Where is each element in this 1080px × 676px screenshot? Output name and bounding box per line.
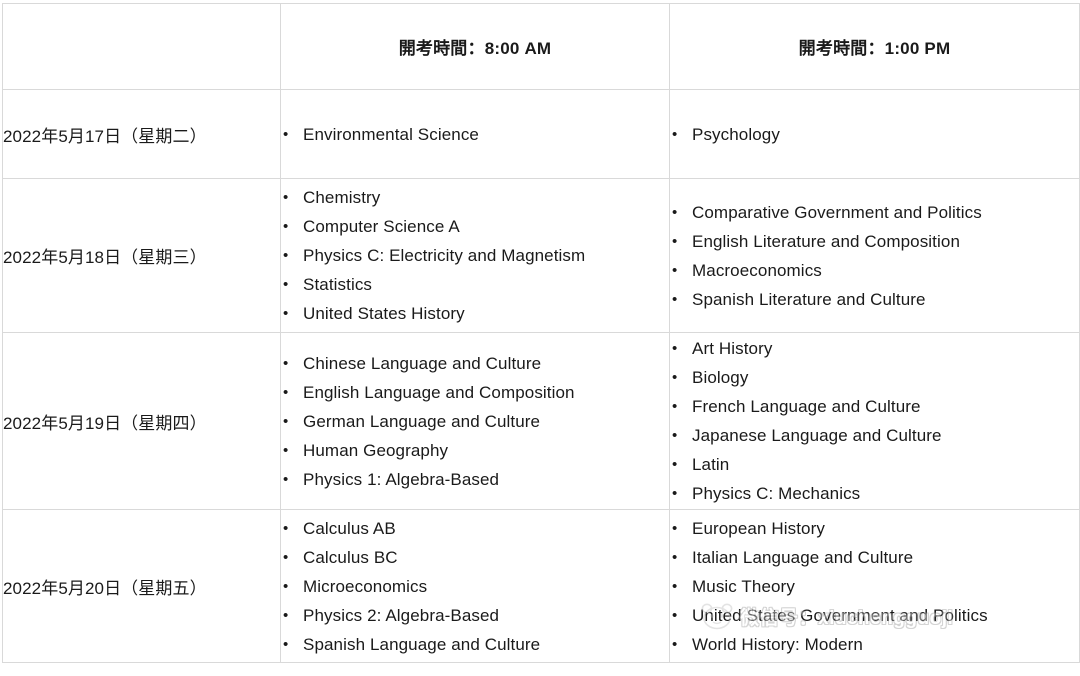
list-item: Latin [670, 450, 1079, 479]
list-item: World History: Modern [670, 630, 1079, 659]
list-item: United States History [281, 299, 669, 328]
subject-list: Environmental Science [281, 120, 669, 149]
list-item: Art History [670, 334, 1079, 363]
table-row: 2022年5月20日（星期五） Calculus AB Calculus BC … [2, 509, 1080, 663]
header-cell-date [2, 3, 281, 90]
afternoon-subjects-cell: Psychology [669, 89, 1080, 179]
afternoon-subjects-cell: Art History Biology French Language and … [669, 332, 1080, 510]
list-item: Chinese Language and Culture [281, 349, 669, 378]
list-item: Environmental Science [281, 120, 669, 149]
morning-subjects-cell: Calculus AB Calculus BC Microeconomics P… [280, 509, 670, 663]
subject-list: Chemistry Computer Science A Physics C: … [281, 183, 669, 328]
list-item: Spanish Literature and Culture [670, 285, 1079, 314]
morning-subjects-cell: Chemistry Computer Science A Physics C: … [280, 178, 670, 333]
afternoon-subjects-cell: European History Italian Language and Cu… [669, 509, 1080, 663]
exam-date-cell: 2022年5月20日（星期五） [2, 509, 281, 663]
list-item: German Language and Culture [281, 407, 669, 436]
subject-list: Comparative Government and Politics Engl… [670, 198, 1079, 314]
list-item: Human Geography [281, 436, 669, 465]
morning-subjects-cell: Environmental Science [280, 89, 670, 179]
list-item: Microeconomics [281, 572, 669, 601]
table-row: 2022年5月18日（星期三） Chemistry Computer Scien… [2, 178, 1080, 333]
list-item: Physics 1: Algebra-Based [281, 465, 669, 494]
list-item: Japanese Language and Culture [670, 421, 1079, 450]
list-item: Spanish Language and Culture [281, 630, 669, 659]
list-item: Macroeconomics [670, 256, 1079, 285]
exam-date-cell: 2022年5月18日（星期三） [2, 178, 281, 333]
list-item: French Language and Culture [670, 392, 1079, 421]
afternoon-subjects-cell: Comparative Government and Politics Engl… [669, 178, 1080, 333]
subject-list: Calculus AB Calculus BC Microeconomics P… [281, 514, 669, 659]
list-item: European History [670, 514, 1079, 543]
list-item: Calculus AB [281, 514, 669, 543]
subject-list: European History Italian Language and Cu… [670, 514, 1079, 659]
exam-date-cell: 2022年5月17日（星期二） [2, 89, 281, 179]
table-row: 2022年5月19日（星期四） Chinese Language and Cul… [2, 332, 1080, 510]
subject-list: Art History Biology French Language and … [670, 334, 1079, 508]
list-item: Statistics [281, 270, 669, 299]
header-cell-afternoon-time: 開考時間：1:00 PM [669, 3, 1080, 90]
list-item: Physics C: Electricity and Magnetism [281, 241, 669, 270]
list-item: English Language and Composition [281, 378, 669, 407]
subject-list: Chinese Language and Culture English Lan… [281, 349, 669, 494]
list-item: Computer Science A [281, 212, 669, 241]
list-item: Chemistry [281, 183, 669, 212]
list-item: Physics C: Mechanics [670, 479, 1079, 508]
list-item: Calculus BC [281, 543, 669, 572]
header-cell-morning-time: 開考時間：8:00 AM [280, 3, 670, 90]
list-item: Music Theory [670, 572, 1079, 601]
table-header-row: 開考時間：8:00 AM 開考時間：1:00 PM [2, 3, 1080, 90]
list-item: Biology [670, 363, 1079, 392]
table-row: 2022年5月17日（星期二） Environmental Science Ps… [2, 89, 1080, 179]
subject-list: Psychology [670, 120, 1079, 149]
list-item: Psychology [670, 120, 1079, 149]
exam-date-cell: 2022年5月19日（星期四） [2, 332, 281, 510]
morning-subjects-cell: Chinese Language and Culture English Lan… [280, 332, 670, 510]
list-item: Comparative Government and Politics [670, 198, 1079, 227]
list-item: Italian Language and Culture [670, 543, 1079, 572]
exam-schedule-table: 開考時間：8:00 AM 開考時間：1:00 PM 2022年5月17日（星期二… [2, 3, 1080, 663]
list-item: English Literature and Composition [670, 227, 1079, 256]
list-item: United States Government and Politics [670, 601, 1079, 630]
list-item: Physics 2: Algebra-Based [281, 601, 669, 630]
